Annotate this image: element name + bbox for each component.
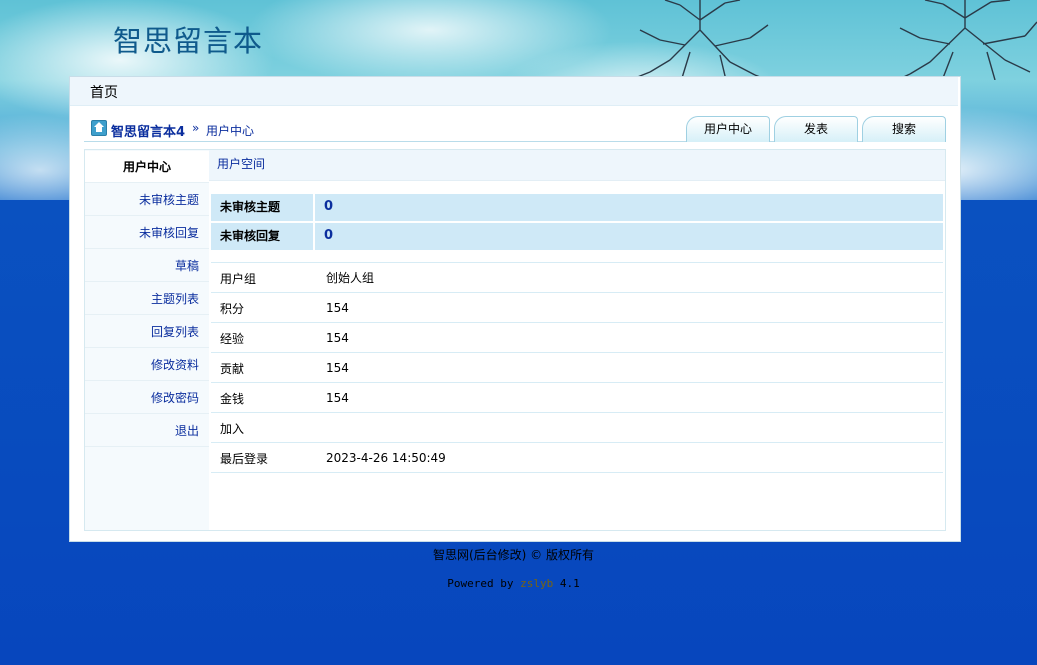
nav-home-link[interactable]: 首页 bbox=[90, 82, 118, 102]
sidebar-item-unreviewed-replies[interactable]: 未审核回复 bbox=[85, 217, 209, 249]
sidebar-item-drafts[interactable]: 草稿 bbox=[85, 250, 209, 282]
stat-value[interactable]: 0 bbox=[315, 223, 943, 250]
table-row: 经验 154 bbox=[211, 324, 943, 353]
user-space: 用户空间 未审核主题 0 未审核回复 0 用户组 创始人组 积分 154 经验 … bbox=[209, 150, 945, 530]
info-label: 用户组 bbox=[220, 272, 257, 286]
footer-powered-by: Powered by zslyb 4.1 bbox=[0, 577, 1027, 590]
info-label: 经验 bbox=[220, 332, 245, 346]
info-value: 创始人组 bbox=[315, 264, 943, 292]
table-row: 用户组 创始人组 bbox=[211, 264, 943, 293]
sidebar-item-logout[interactable]: 退出 bbox=[85, 415, 209, 447]
main-container: 首页 智思留言本4 » 用户中心 用户中心 发表 搜索 用户中心 未审核主题 未… bbox=[69, 76, 961, 542]
footer-copyright: 智思网(后台修改) © 版权所有 bbox=[433, 548, 594, 562]
user-space-title: 用户空间 bbox=[209, 150, 945, 181]
table-row: 加入 bbox=[211, 414, 943, 443]
table-row: 金钱 154 bbox=[211, 384, 943, 413]
home-icon[interactable] bbox=[91, 120, 107, 136]
breadcrumb: 智思留言本4 » 用户中心 用户中心 发表 搜索 bbox=[84, 113, 946, 142]
tab-search[interactable]: 搜索 bbox=[862, 116, 946, 142]
sidebar-item-user-center[interactable]: 用户中心 bbox=[85, 151, 209, 183]
sidebar-item-edit-profile[interactable]: 修改资料 bbox=[85, 349, 209, 381]
info-value: 154 bbox=[315, 294, 943, 322]
sidebar-item-change-password[interactable]: 修改密码 bbox=[85, 382, 209, 414]
sidebar-item-unreviewed-topics[interactable]: 未审核主题 bbox=[85, 184, 209, 216]
table-row: 未审核回复 0 bbox=[211, 223, 943, 250]
stat-label: 未审核回复 bbox=[211, 223, 313, 250]
table-row: 贡献 154 bbox=[211, 354, 943, 383]
table-row: 最后登录 2023-4-26 14:50:49 bbox=[211, 444, 943, 473]
tab-user-center[interactable]: 用户中心 bbox=[686, 116, 770, 142]
info-label: 最后登录 bbox=[220, 452, 269, 466]
stat-value[interactable]: 0 bbox=[315, 194, 943, 221]
table-row: 积分 154 bbox=[211, 294, 943, 323]
powered-brand-link[interactable]: zslyb bbox=[520, 577, 553, 590]
stat-label: 未审核主题 bbox=[211, 194, 313, 221]
powered-version: 4.1 bbox=[559, 577, 580, 590]
user-info-table: 用户组 创始人组 积分 154 经验 154 贡献 154 金钱 154 加入 … bbox=[211, 262, 943, 473]
user-center-panel: 用户中心 未审核主题 未审核回复 草稿 主题列表 回复列表 修改资料 修改密码 … bbox=[84, 149, 946, 531]
tree-branches-left bbox=[634, 0, 769, 80]
breadcrumb-site-link[interactable]: 智思留言本4 bbox=[111, 121, 185, 140]
sidebar-item-reply-list[interactable]: 回复列表 bbox=[85, 316, 209, 348]
info-label: 加入 bbox=[220, 422, 245, 436]
info-value: 154 bbox=[315, 354, 943, 382]
info-label: 贡献 bbox=[220, 362, 245, 376]
info-label: 积分 bbox=[220, 302, 245, 316]
breadcrumb-current[interactable]: 用户中心 bbox=[206, 122, 254, 139]
sidebar-item-topic-list[interactable]: 主题列表 bbox=[85, 283, 209, 315]
info-value: 2023-4-26 14:50:49 bbox=[315, 444, 943, 472]
sidebar: 用户中心 未审核主题 未审核回复 草稿 主题列表 回复列表 修改资料 修改密码 … bbox=[85, 150, 209, 530]
powered-prefix: Powered by bbox=[447, 577, 514, 590]
tab-post[interactable]: 发表 bbox=[774, 116, 858, 142]
tree-branches-right bbox=[896, 0, 1037, 80]
pending-stats-table: 未审核主题 0 未审核回复 0 bbox=[211, 194, 943, 252]
info-label: 金钱 bbox=[220, 392, 245, 406]
site-title: 智思留言本 bbox=[113, 24, 264, 58]
breadcrumb-separator: » bbox=[192, 121, 200, 135]
info-value bbox=[315, 414, 943, 442]
table-row: 未审核主题 0 bbox=[211, 194, 943, 221]
info-value: 154 bbox=[315, 324, 943, 352]
top-nav: 首页 bbox=[70, 77, 958, 106]
info-value: 154 bbox=[315, 384, 943, 412]
